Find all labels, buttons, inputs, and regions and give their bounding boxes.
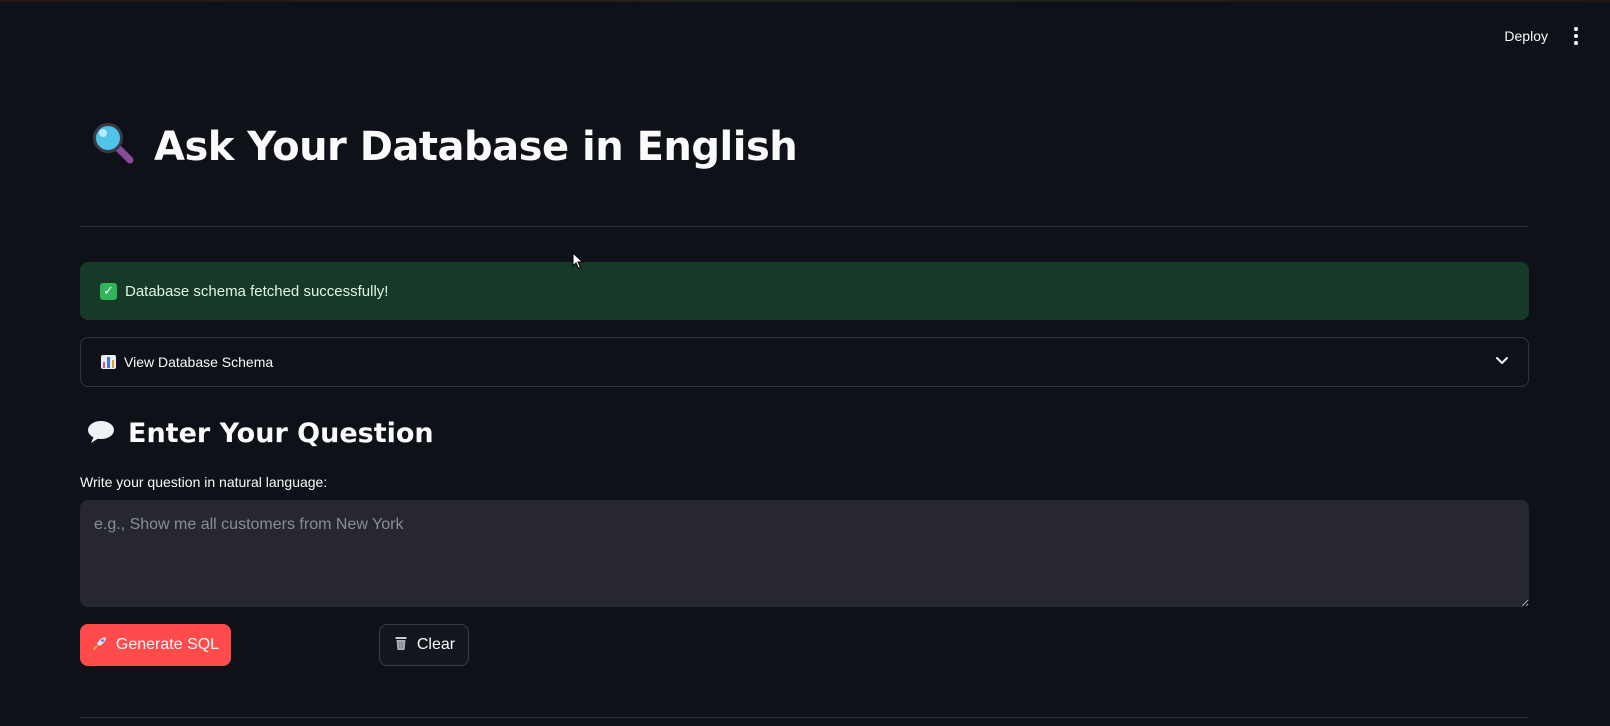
mouse-cursor-icon (572, 251, 584, 274)
wastebasket-icon (393, 635, 409, 656)
divider (80, 717, 1529, 718)
check-mark-icon: ✓ (100, 282, 117, 300)
chevron-down-icon[interactable] (1494, 352, 1510, 372)
question-input[interactable] (80, 500, 1529, 607)
bar-chart-bar (111, 360, 114, 368)
view-schema-expander[interactable]: View Database Schema (80, 337, 1529, 387)
magnifying-glass-icon (88, 118, 138, 176)
deploy-button[interactable]: Deploy (1494, 24, 1558, 48)
menu-dot (1574, 34, 1578, 38)
bar-chart-bar (107, 357, 110, 368)
generate-sql-label: Generate SQL (115, 636, 220, 653)
expander-label: View Database Schema (124, 354, 274, 370)
speech-bubble-icon (86, 419, 116, 449)
question-heading-text: Enter Your Question (128, 418, 434, 449)
app-header: Deploy (1494, 20, 1610, 52)
bar-chart-icon (101, 355, 116, 369)
rocket-icon (92, 635, 108, 656)
divider (80, 226, 1529, 227)
clear-label: Clear (416, 636, 456, 653)
menu-dot (1574, 27, 1578, 31)
question-heading: Enter Your Question (86, 418, 434, 449)
vertical-ellipsis-icon[interactable] (1564, 22, 1588, 50)
question-input-label: Write your question in natural language: (80, 474, 328, 490)
top-accent-line (0, 0, 1610, 2)
bar-chart-bar (103, 362, 106, 368)
clear-button[interactable]: Clear (379, 624, 469, 666)
success-alert: ✓ Database schema fetched successfully! (80, 262, 1529, 320)
success-alert-text: Database schema fetched successfully! (125, 282, 389, 300)
page-title: Ask Your Database in English (88, 118, 798, 176)
page-title-text: Ask Your Database in English (154, 124, 798, 170)
generate-sql-button[interactable]: Generate SQL (80, 624, 231, 666)
menu-dot (1574, 41, 1578, 45)
